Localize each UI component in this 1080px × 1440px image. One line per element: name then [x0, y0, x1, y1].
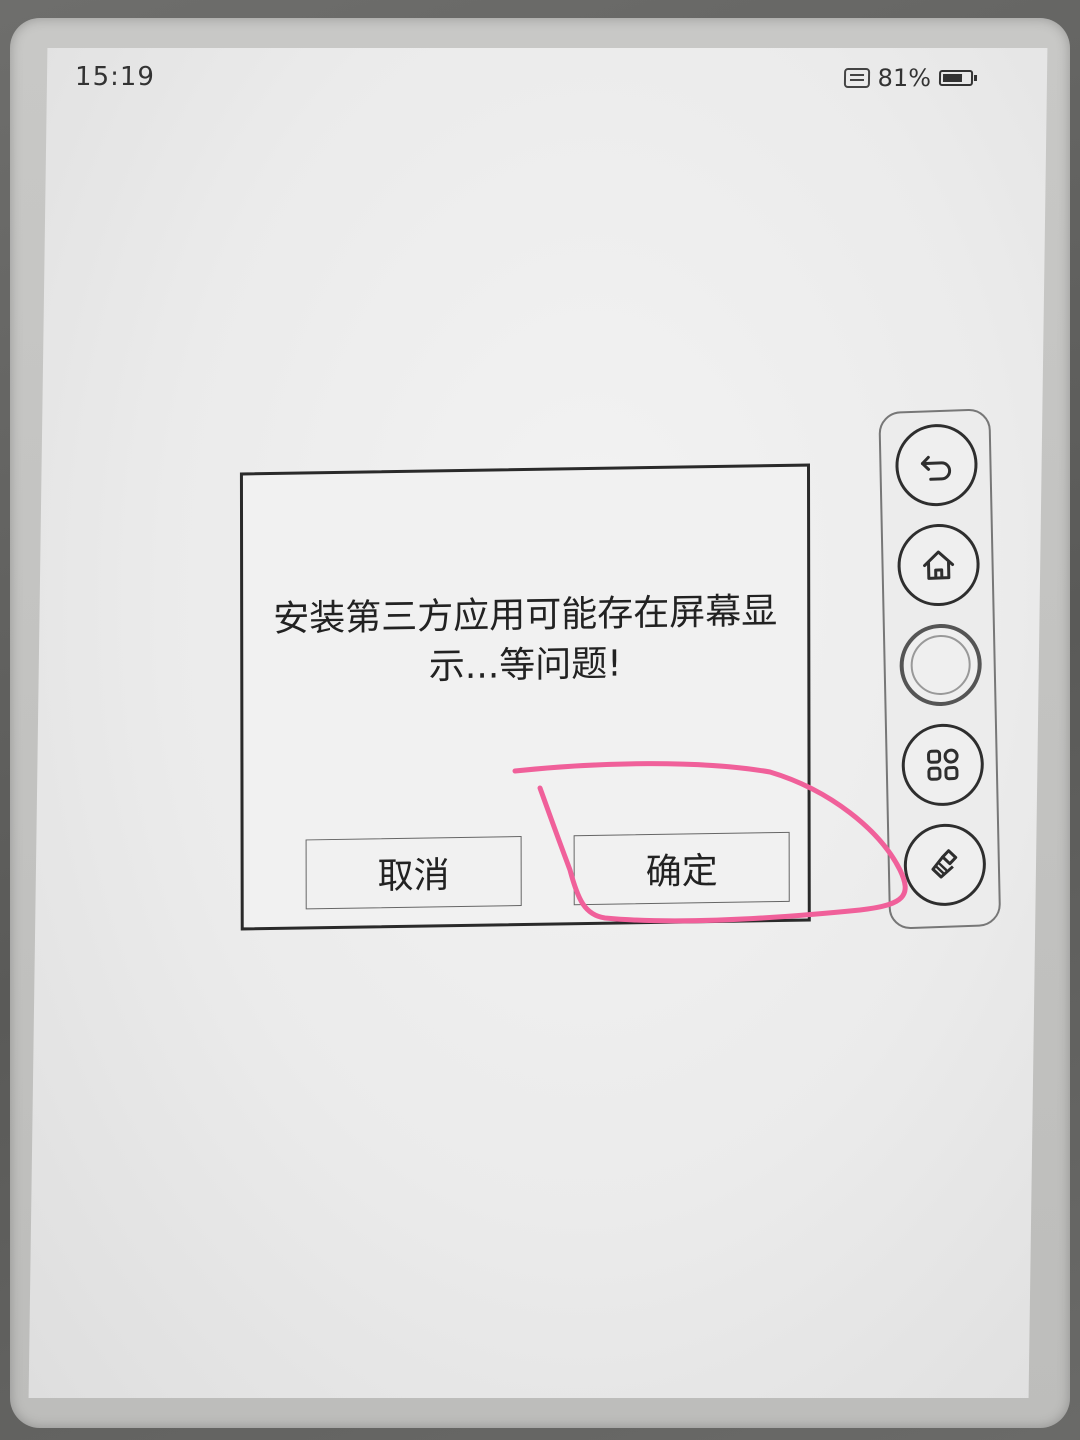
confirm-button[interactable]: 确定	[573, 831, 790, 906]
status-icons: 81%	[843, 64, 974, 92]
clean-button[interactable]	[903, 822, 987, 908]
home-icon	[923, 550, 955, 580]
battery-icon	[938, 70, 974, 86]
status-time: 15:19	[74, 62, 156, 92]
cancel-button[interactable]: 取消	[305, 836, 522, 910]
warning-dialog: 安装第三方应用可能存在屏幕显示...等问题! 取消 确定	[239, 463, 811, 931]
circle-icon	[910, 633, 972, 696]
eink-screen: 15:19 81% 安装第三方应用可能存在屏幕显示...等问题! 取消 确定	[28, 48, 1048, 1398]
home-button[interactable]	[896, 522, 981, 608]
battery-percent: 81%	[877, 64, 932, 92]
clean-brush-icon	[931, 849, 958, 879]
apps-icon	[927, 748, 959, 781]
battery-fill	[942, 74, 963, 82]
notification-icon	[843, 68, 870, 88]
floating-nav-panel	[878, 408, 1002, 930]
back-icon	[920, 455, 952, 481]
apps-button[interactable]	[900, 722, 985, 808]
multitask-button[interactable]	[898, 622, 983, 708]
device-photo: 15:19 81% 安装第三方应用可能存在屏幕显示...等问题! 取消 确定	[0, 0, 1080, 1440]
dialog-message: 安装第三方应用可能存在屏幕显示...等问题!	[273, 591, 778, 688]
back-button[interactable]	[894, 422, 979, 508]
